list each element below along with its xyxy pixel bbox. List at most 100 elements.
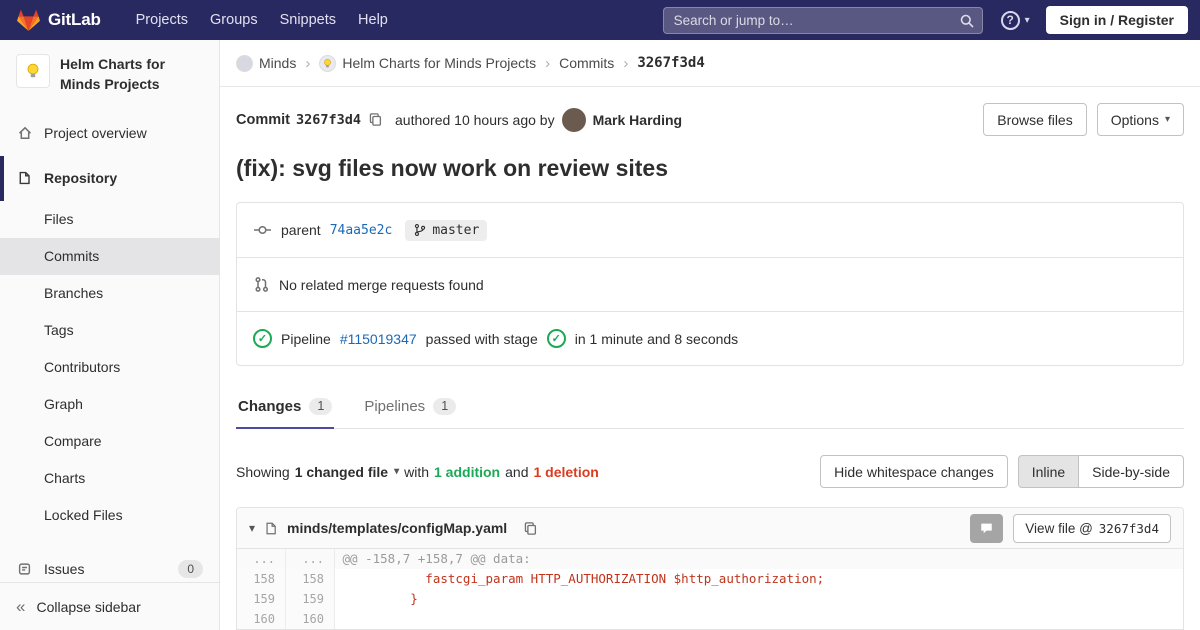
author-avatar[interactable]	[561, 107, 586, 132]
chevron-down-icon: ▾	[1024, 14, 1030, 26]
nav-help[interactable]: Help	[347, 0, 399, 40]
stage-passed-icon: ✓	[546, 329, 566, 348]
diff-filename[interactable]: minds/templates/configMap.yaml	[287, 520, 507, 536]
copy-sha-button[interactable]	[366, 110, 385, 129]
pipeline-duration-text: in 1 minute and 8 seconds	[574, 330, 739, 347]
old-line-number[interactable]: 160	[237, 609, 286, 629]
sidebar-item-compare[interactable]: Compare	[0, 423, 219, 460]
breadcrumb-separator: ›	[545, 54, 551, 72]
sidebar-item-locked-files[interactable]: Locked Files	[0, 497, 219, 534]
hunk-header-text: @@ -158,7 +158,7 @@ data:	[335, 551, 531, 566]
sidebar-item-project-overview[interactable]: Project overview	[0, 111, 219, 156]
collapse-sidebar-button[interactable]: « Collapse sidebar	[0, 582, 219, 630]
tab-pipelines[interactable]: Pipelines 1	[362, 385, 458, 428]
with-label: with	[404, 463, 429, 480]
repository-icon	[16, 170, 33, 186]
commit-header-row: Commit 3267f3d4 authored 10 hours ago by…	[236, 103, 1184, 136]
breadcrumb-commits[interactable]: Commits	[559, 55, 614, 71]
collapse-chevrons-icon: «	[16, 597, 26, 616]
copy-icon	[369, 113, 382, 126]
sidebar-item-files[interactable]: Files	[0, 201, 219, 238]
sign-in-button[interactable]: Sign in / Register	[1045, 6, 1188, 34]
new-line-number[interactable]: 159	[286, 589, 335, 609]
sidebar-item-branches[interactable]: Branches	[0, 275, 219, 312]
sidebar-item-tags[interactable]: Tags	[0, 312, 219, 349]
sidebar-item-commits[interactable]: Commits	[0, 237, 219, 275]
sidebar-item-repository[interactable]: Repository	[0, 155, 219, 201]
parent-label: parent	[281, 222, 321, 238]
diff-code-row: 160 160	[237, 609, 1183, 629]
code-line: fastcgi_param HTTP_AUTHORIZATION $http_a…	[335, 571, 825, 586]
commit-info-box: parent 74aa5e2c master No related merge …	[236, 202, 1184, 366]
toggle-comments-button[interactable]	[970, 513, 1004, 543]
browse-files-button[interactable]: Browse files	[983, 103, 1087, 136]
home-icon	[16, 125, 33, 141]
author-name[interactable]: Mark Harding	[593, 112, 682, 128]
authored-text: authored 10 hours ago by	[395, 111, 555, 128]
new-line-number[interactable]: 158	[286, 569, 335, 589]
parent-sha-link[interactable]: 74aa5e2c	[330, 223, 393, 238]
project-avatar	[16, 54, 50, 88]
pipeline-id-link[interactable]: #115019347	[340, 331, 417, 347]
group-avatar	[236, 54, 253, 72]
commit-label: Commit	[236, 111, 290, 128]
pipeline-label: Pipeline	[281, 330, 331, 347]
chevron-down-icon: ▾	[394, 466, 400, 477]
options-dropdown-button[interactable]: Options ▾	[1096, 103, 1184, 136]
breadcrumb: Minds › Helm Charts for Minds Projects ›…	[220, 40, 1200, 87]
merge-request-icon	[253, 276, 270, 293]
diff-code-row: 159 159 }	[237, 589, 1183, 609]
branch-icon	[415, 224, 426, 236]
changes-count-badge: 1	[309, 398, 333, 415]
nav-snippets[interactable]: Snippets	[269, 0, 347, 40]
gitlab-tanuki-icon	[16, 8, 41, 33]
copy-path-button[interactable]	[521, 519, 540, 538]
diff-file-box: ▾ minds/templates/configMap.yaml View fi…	[236, 507, 1184, 630]
old-line-number[interactable]: 158	[237, 569, 286, 589]
showing-label: Showing	[236, 463, 290, 480]
comment-bubble-icon	[981, 523, 993, 534]
chevron-down-icon: ▾	[1164, 114, 1170, 125]
collapse-diff-icon[interactable]: ▾	[249, 521, 255, 535]
deletions-count: 1 deletion	[533, 463, 599, 480]
breadcrumb-group[interactable]: Minds	[236, 54, 296, 72]
inline-view-button[interactable]: Inline	[1017, 455, 1080, 488]
diff-summary-row: Showing 1 changed file ▾ with 1 addition…	[236, 455, 1184, 488]
commit-graph-icon	[253, 221, 272, 239]
old-line-number[interactable]: 159	[237, 589, 286, 609]
diff-table: ... ... @@ -158,7 +158,7 @@ data: 158 15…	[237, 549, 1183, 629]
new-line-number: ...	[286, 549, 335, 569]
help-dropdown[interactable]: ? ▾	[1000, 10, 1030, 30]
sidebar-item-contributors[interactable]: Contributors	[0, 349, 219, 386]
tab-changes[interactable]: Changes 1	[236, 385, 335, 429]
project-avatar-small	[319, 54, 337, 72]
changed-files-dropdown[interactable]: 1 changed file ▾	[295, 464, 399, 480]
hide-whitespace-button[interactable]: Hide whitespace changes	[820, 455, 1008, 488]
search-icon	[959, 13, 975, 29]
nav-projects[interactable]: Projects	[125, 0, 199, 40]
project-context-header[interactable]: Helm Charts for Minds Projects	[0, 40, 219, 111]
merge-requests-row: No related merge requests found	[237, 257, 1183, 311]
search-input[interactable]	[663, 7, 982, 33]
breadcrumb-project[interactable]: Helm Charts for Minds Projects	[319, 54, 536, 72]
pipeline-passed-icon: ✓	[253, 329, 272, 348]
side-by-side-view-button[interactable]: Side-by-side	[1078, 455, 1184, 488]
diff-view-toggle: Inline Side-by-side	[1017, 455, 1184, 488]
sidebar-item-charts[interactable]: Charts	[0, 460, 219, 497]
new-line-number[interactable]: 160	[286, 609, 335, 629]
old-line-number: ...	[237, 549, 286, 569]
question-icon: ?	[1000, 10, 1020, 30]
file-icon	[264, 521, 278, 536]
branch-badge[interactable]: master	[405, 219, 488, 241]
nav-groups[interactable]: Groups	[199, 0, 269, 40]
issues-icon	[16, 561, 33, 577]
lightbulb-icon	[324, 58, 332, 67]
sidebar-item-graph[interactable]: Graph	[0, 386, 219, 423]
diff-code-row: 158 158 fastcgi_param HTTP_AUTHORIZATION…	[237, 569, 1183, 589]
commit-tabs: Changes 1 Pipelines 1	[236, 385, 1184, 429]
view-file-button[interactable]: View file @ 3267f3d4	[1013, 513, 1171, 543]
commit-title: (fix): svg files now work on review site…	[236, 155, 669, 181]
gitlab-logo[interactable]: GitLab	[12, 8, 109, 33]
and-label: and	[505, 463, 529, 480]
